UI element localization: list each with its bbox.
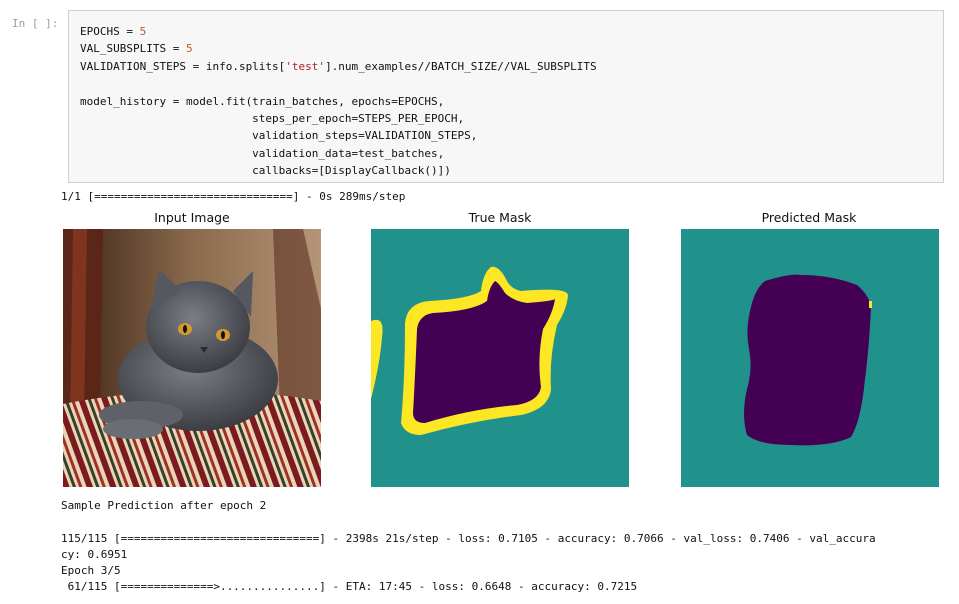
code-token: validation_steps=VALIDATION_STEPS, [80,129,478,143]
code-line: callbacks=[DisplayCallback()]) [80,162,597,179]
training-progress-line: 61/115 [==============>...............] … [61,580,638,593]
title-input-image: Input Image [154,210,230,225]
true-mask-image [371,229,629,487]
code-cell[interactable]: EPOCHS = 5 VAL_SUBSPLITS = 5 VALIDATION_ST… [68,10,944,183]
predicted-mask-image [681,229,939,487]
predict-progress-line: 1/1 [==============================] - 0… [61,190,406,203]
epoch-log-line: 115/115 [==============================]… [61,532,876,545]
code-token: steps_per_epoch=STEPS_PER_EPOCH, [80,111,465,125]
code-token: VALIDATION_STEPS = info.splits[ [80,59,286,73]
code-token: callbacks=[DisplayCallback()]) [80,164,451,178]
title-true-mask: True Mask [468,210,532,225]
code-token: ].num_examples//BATCH_SIZE//VAL_SUBSPLIT… [325,59,597,73]
code-editor[interactable]: EPOCHS = 5 VAL_SUBSPLITS = 5 VALIDATION_ST… [80,23,597,180]
code-line: validation_steps=VALIDATION_STEPS, [80,127,597,144]
code-token: 5 [185,42,193,56]
code-line: VAL_SUBSPLITS = 5 [80,40,597,57]
code-line: validation_data=test_batches, [80,145,597,162]
input-image [63,229,321,487]
code-token: 5 [139,25,147,38]
epoch-log-line-wrap: cy: 0.6951 [61,548,128,561]
code-token: model_history = model.fit(train_batches,… [80,94,445,108]
code-token: validation_data=test_batches, [80,146,445,160]
code-line: VALIDATION_STEPS = info.splits['test'].n… [80,58,597,75]
code-line: model_history = model.fit(train_batches,… [80,93,597,110]
code-token: EPOCHS = [80,25,140,38]
epoch-header: Epoch 3/5 [61,564,121,577]
code-line: steps_per_epoch=STEPS_PER_EPOCH, [80,110,597,127]
sample-prediction-text: Sample Prediction after epoch 2 [61,499,267,512]
code-token: VAL_SUBSPLITS = [80,42,186,56]
code-token: 'test' [285,59,326,73]
title-predicted-mask: Predicted Mask [761,210,857,225]
cell-prompt: In [ ]: [12,17,59,30]
code-line: EPOCHS = 5 [80,23,597,40]
